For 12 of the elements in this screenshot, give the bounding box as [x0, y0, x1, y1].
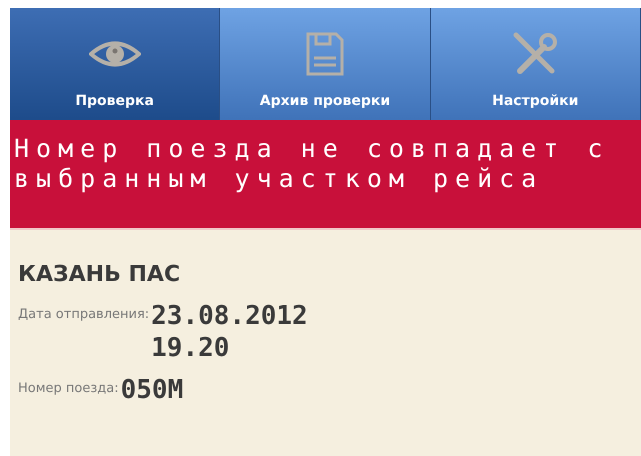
field-value: 23.08.2012 — [151, 300, 308, 332]
eye-icon — [88, 39, 141, 69]
tab[interactable]: Проверка — [10, 8, 220, 120]
field-value: 19.20 — [151, 332, 230, 364]
tools-icon — [512, 31, 558, 77]
field-label: Номер поезда: — [18, 380, 119, 398]
error-banner: Номер поезда не совпадает с выбранным участком рейса — [10, 120, 641, 228]
field-label: Дата отправления: — [18, 306, 150, 324]
field-value: 050М — [120, 374, 184, 406]
tab[interactable]: Архив проверки — [220, 8, 431, 120]
station-name: КАЗАНЬ ПАС — [18, 261, 182, 289]
tab[interactable]: Настройки — [430, 8, 641, 120]
